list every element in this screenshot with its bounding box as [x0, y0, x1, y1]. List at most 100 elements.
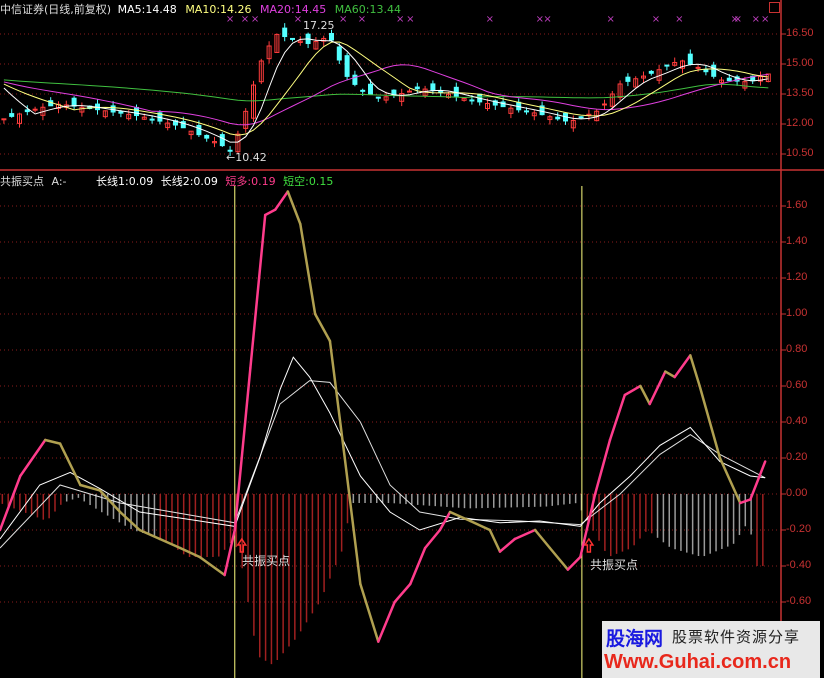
short-short-label: 短空 — [283, 175, 306, 188]
candle-down — [711, 64, 717, 77]
candle-down — [578, 116, 584, 119]
long2-label: 长线2:0.09 — [160, 175, 218, 188]
candle-down — [664, 64, 670, 67]
short-long-segment — [423, 528, 442, 550]
short-long-segment — [738, 498, 752, 505]
signal-x-mark: × — [607, 14, 615, 25]
short-short-segment — [639, 384, 651, 406]
buy-arrow-icon — [583, 537, 595, 553]
indicator-a: A:- — [51, 175, 67, 188]
candle-down — [360, 89, 366, 92]
stock-title: 中信证券(日线,前复权) — [0, 3, 112, 16]
short-long-segment — [749, 460, 767, 501]
signal-x-mark: × — [734, 14, 742, 25]
short-long-label: 短多 — [225, 175, 248, 188]
price-tick-label: 13.50 — [786, 87, 814, 99]
candle-down — [555, 116, 561, 120]
candle-down — [524, 110, 529, 113]
short-long-segment — [566, 555, 582, 571]
short-short-segment — [79, 483, 102, 492]
short-long-segment — [608, 393, 627, 442]
signal-x-mark: × — [543, 14, 551, 25]
indicator-panel-header: 共振买点 A:- 长线1:0.09 长线2:0.09 短多:0.19 短空:0.… — [0, 173, 333, 189]
candle-up — [1, 118, 7, 121]
candle-down — [329, 32, 334, 41]
candle-down — [648, 70, 654, 74]
short-short-segment — [58, 442, 82, 487]
ma60-label: MA60:13.44 — [334, 3, 401, 16]
ma5-line — [3, 38, 769, 143]
candle-down — [469, 99, 475, 102]
short-short-segment — [138, 528, 162, 541]
candle-up — [602, 103, 607, 106]
short-long-segment — [513, 528, 537, 541]
short-long-segment — [377, 600, 396, 643]
indicator-tick-label: 0.40 — [786, 415, 808, 427]
indicator-tick-label: -0.60 — [786, 595, 812, 607]
candle-down — [24, 109, 30, 113]
indicator-tick-label: -0.20 — [786, 523, 812, 535]
signal-x-mark: × — [486, 14, 494, 25]
indicator-tick-label: 0.80 — [786, 343, 808, 355]
watermark-url: Www.Guhai.com.cn — [604, 651, 792, 673]
signal-x-mark: × — [761, 14, 769, 25]
short-long-segment — [393, 582, 412, 604]
candle-down — [414, 86, 420, 90]
candle-down — [118, 111, 124, 114]
signal-x-mark: × — [752, 14, 760, 25]
candle-down — [196, 124, 202, 136]
indicator-tick-label: 1.40 — [786, 235, 808, 247]
price-tick-label: 15.00 — [786, 57, 814, 69]
ma10-line — [3, 41, 769, 136]
short-short-value: :0.15 — [305, 175, 334, 188]
candle-down — [368, 83, 373, 95]
short-short-segment — [98, 489, 122, 514]
price-tick-label: 10.50 — [786, 147, 814, 159]
indicator-tick-label: 0.20 — [786, 451, 808, 463]
short-short-segment — [469, 519, 492, 532]
indicator-tick-label: 0.00 — [786, 487, 808, 499]
buy-signal-label: 共振买点 — [590, 558, 639, 572]
watermark-logo: 股海网 — [606, 628, 664, 650]
short-short-segment — [286, 190, 302, 226]
candle-down — [625, 76, 631, 82]
candle-down — [687, 53, 693, 65]
signal-x-mark: × — [652, 14, 660, 25]
candle-down — [726, 77, 732, 82]
price-panel-header: 中信证券(日线,前复权) MA5:14.48 MA10:14.26 MA20:1… — [0, 1, 401, 17]
ma20-label: MA20:14.45 — [260, 3, 327, 16]
candle-down — [282, 27, 288, 38]
candle-down — [219, 134, 225, 147]
short-short-segment — [488, 528, 502, 553]
candle-up — [32, 108, 38, 111]
watermark: 股海网 股票软件资源分享 Www.Guhai.com.cn — [602, 621, 820, 678]
short-long-segment — [593, 438, 612, 496]
short-short-segment — [313, 312, 332, 343]
watermark-slogan: 股票软件资源分享 — [672, 628, 801, 646]
candle-down — [9, 113, 15, 117]
candle-down — [336, 46, 342, 61]
high-price-annotation: 17.25 — [303, 19, 335, 32]
stock-chart-window: × × × × × × × × × × × × × × × × × × 中信证券(日线,前复权) MA5:14.4… — [0, 0, 824, 678]
signal-x-mark: × — [406, 14, 414, 25]
candle-down — [71, 97, 77, 107]
indicator-tick-label: 1.20 — [786, 271, 808, 283]
indicator-tick-label: 1.60 — [786, 199, 808, 211]
low-price-annotation: ←10.42 — [226, 151, 267, 164]
short-short-segment — [664, 370, 676, 379]
short-short-segment — [43, 438, 62, 445]
short-long-segment — [648, 370, 667, 406]
short-long-value: :0.19 — [247, 175, 276, 188]
short-short-segment — [299, 222, 317, 316]
candle-up — [695, 66, 701, 69]
short-long-segment — [274, 190, 290, 211]
chart-canvas[interactable]: × × × × × × × × × × × × × × ×× × × — [0, 0, 824, 678]
short-long-segment — [623, 384, 642, 397]
candle-down — [703, 69, 709, 73]
price-tick-label: 12.00 — [786, 117, 814, 129]
long1-label: 长线1:0.09 — [96, 175, 154, 188]
maximize-icon[interactable] — [769, 2, 780, 13]
candle-down — [290, 37, 295, 40]
candle-down — [430, 83, 436, 92]
short-long-segment — [263, 208, 277, 217]
